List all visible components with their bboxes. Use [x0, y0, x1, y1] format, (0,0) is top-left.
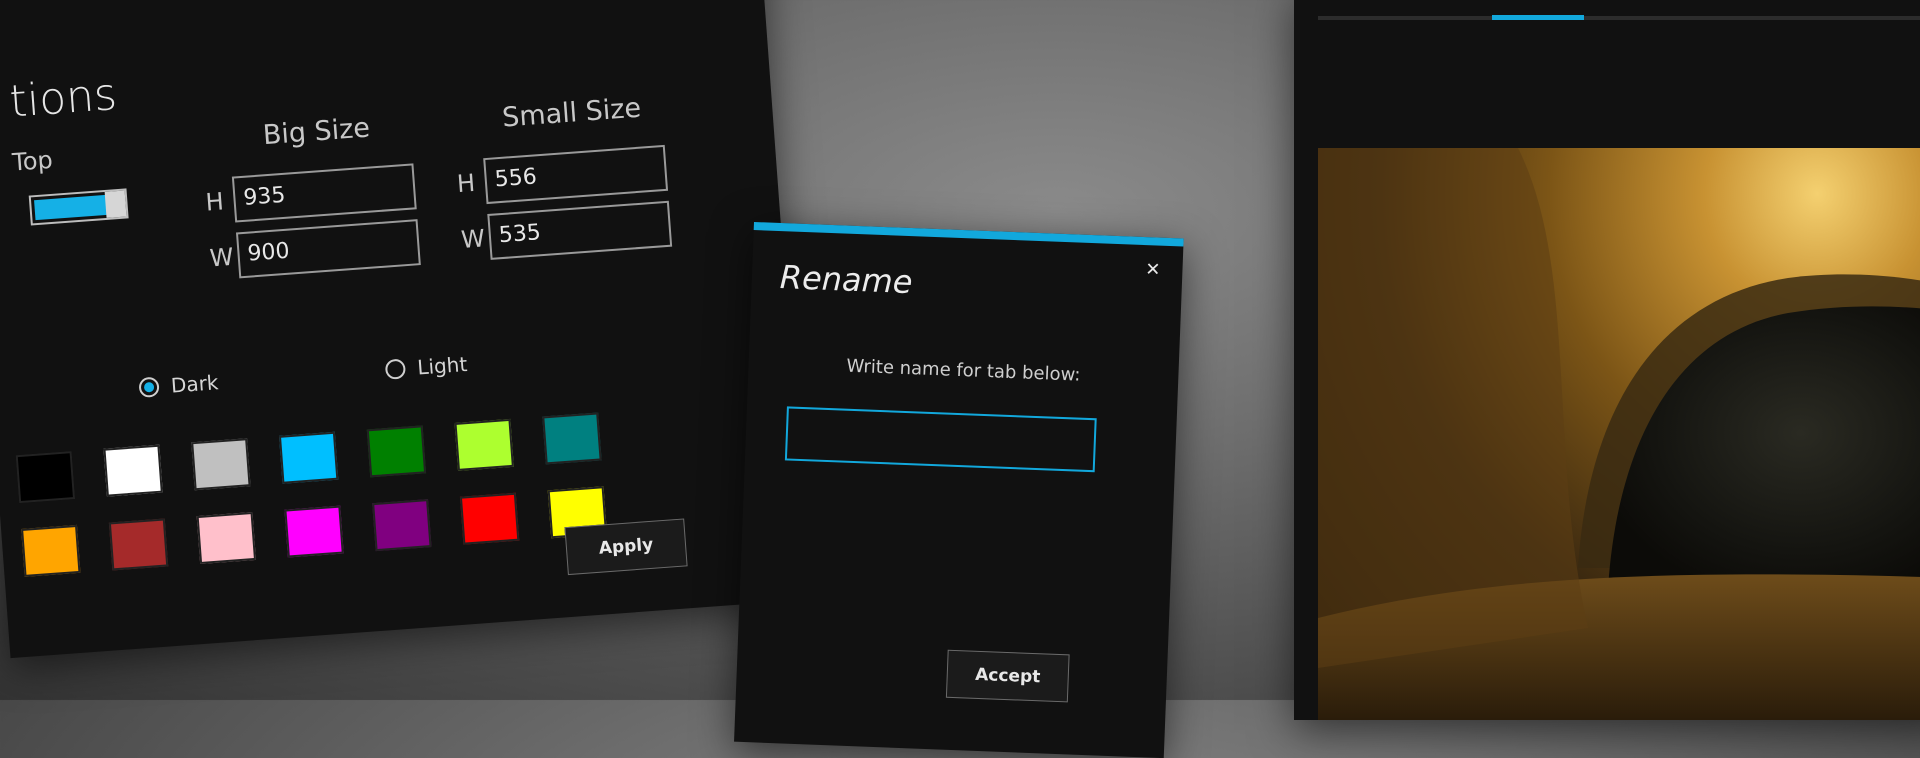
apply-button[interactable]: Apply [564, 518, 688, 576]
theme-dark-radio[interactable]: Dark [138, 370, 219, 400]
color-swatch[interactable] [459, 492, 520, 545]
toggle-knob[interactable] [104, 190, 127, 218]
color-swatch[interactable] [278, 431, 339, 484]
toggle-fill [34, 194, 108, 221]
small-w-label: W [460, 224, 486, 254]
color-swatch[interactable] [15, 451, 76, 504]
small-height-input[interactable]: 556 [483, 144, 669, 205]
color-swatch[interactable] [103, 444, 163, 497]
color-swatch[interactable] [366, 425, 427, 478]
small-h-label: H [455, 168, 477, 199]
tab-strip [1318, 16, 1920, 20]
rename-prompt: Write name for tab below: [846, 355, 1081, 386]
top-label: Top [11, 145, 54, 177]
theme-dark-label: Dark [170, 370, 220, 398]
rename-accent-bar [753, 222, 1184, 247]
rename-dialog: ✕ Rename Write name for tab below: Accep… [734, 222, 1184, 758]
options-title: tions [7, 68, 119, 128]
big-h-label: H [204, 187, 225, 217]
color-swatch[interactable] [21, 524, 81, 577]
image-viewer-panel [1294, 0, 1920, 720]
options-dialog: ✕ tions Top Big Size H 935 W 900 Small S… [0, 0, 809, 659]
rename-close-icon[interactable]: ✕ [1145, 259, 1161, 282]
big-width-input[interactable]: 900 [235, 219, 421, 279]
color-swatch[interactable] [372, 499, 432, 552]
radio-unselected-icon [384, 358, 407, 380]
small-size-header: Small Size [501, 92, 643, 134]
tunnel-photo [1318, 148, 1920, 720]
color-swatch[interactable] [542, 412, 602, 465]
tab-name-input[interactable] [784, 406, 1097, 473]
accept-button[interactable]: Accept [945, 649, 1070, 703]
theme-light-label: Light [416, 351, 469, 380]
big-height-input[interactable]: 935 [231, 163, 417, 223]
color-swatch[interactable] [454, 418, 514, 471]
theme-light-radio[interactable]: Light [384, 351, 469, 382]
rename-title: Rename [779, 258, 914, 302]
color-swatch[interactable] [108, 518, 169, 571]
radio-selected-icon [138, 376, 160, 398]
top-toggle[interactable] [28, 188, 129, 226]
color-swatch[interactable] [196, 512, 256, 565]
color-swatch[interactable] [284, 505, 344, 558]
big-w-label: W [208, 242, 235, 273]
color-swatch[interactable] [191, 438, 251, 491]
active-tab-indicator[interactable] [1492, 15, 1584, 20]
small-width-input[interactable]: 535 [487, 200, 673, 260]
big-size-header: Big Size [261, 112, 371, 152]
tunnel-illustration [1318, 148, 1920, 720]
